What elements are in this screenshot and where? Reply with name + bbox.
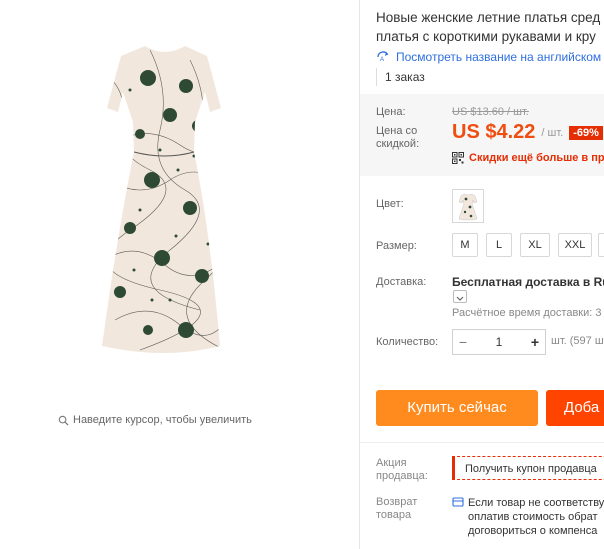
sale-price-label-line-2: скидкой: — [376, 138, 420, 150]
sale-price-label-line-1: Цена со — [376, 125, 418, 137]
returns-text-line-2: оплатив стоимость обрат — [468, 511, 598, 523]
returns-text-line-1: Если товар не соответству — [468, 497, 604, 509]
get-coupon-button[interactable]: Получить купон продавца — [452, 456, 604, 480]
quantity-increase-button[interactable]: + — [525, 334, 545, 350]
seller-promo-label-line-1: Акция — [376, 457, 407, 469]
magnifier-icon — [58, 415, 69, 426]
size-option-m[interactable]: M — [452, 233, 478, 257]
zoom-hint-text: Наведите курсор, чтобы увеличить — [73, 414, 252, 426]
translate-icon: A — [377, 51, 389, 63]
return-box-icon — [452, 497, 464, 507]
qr-code-icon — [452, 152, 464, 164]
zoom-hint: Наведите курсор, чтобы увеличить — [58, 414, 252, 426]
sale-price-row: US $4.22 / шт. -69% — [452, 121, 603, 144]
returns-label: Возврат товара — [376, 496, 417, 522]
shipping-method: Бесплатная доставка в Russ — [452, 275, 604, 289]
color-swatch-thumbnail — [458, 193, 478, 221]
size-option-xl[interactable]: XL — [520, 233, 550, 257]
sale-price: US $4.22 — [452, 121, 536, 143]
size-option-xxl[interactable]: XXL — [558, 233, 592, 257]
returns-text: Если товар не соответству оплатив стоимо… — [468, 496, 604, 538]
quantity-input[interactable]: 1 — [496, 335, 503, 349]
sale-price-label: Цена со скидкой: — [376, 125, 419, 151]
stock-count: шт. (597 ш — [551, 335, 604, 347]
returns-label-line-1: Возврат — [376, 496, 418, 508]
product-image[interactable] — [90, 30, 240, 370]
price-box: Цена: US $13.60 / шт. Цена со скидкой: U… — [360, 94, 604, 176]
returns-label-line-2: товара — [376, 509, 412, 521]
delivery-time: Расчётное время доставки: 3 — [452, 307, 602, 319]
old-price: US $13.60 / шт. — [452, 106, 529, 118]
svg-text:A: A — [380, 57, 384, 63]
size-option-l[interactable]: L — [486, 233, 512, 257]
app-discount-text[interactable]: Скидки ещё больше в при — [469, 152, 604, 164]
shipping-label: Доставка: — [376, 276, 427, 288]
shipping-dropdown[interactable] — [453, 290, 467, 303]
quantity-label: Количество: — [376, 336, 439, 348]
product-title: Новые женские летние платья сред платья … — [376, 8, 604, 46]
quantity-decrease-button[interactable]: − — [453, 334, 473, 350]
product-title-line-2: платья с короткими рукавами и кру — [376, 29, 596, 44]
quantity-stepper[interactable]: − 1 + — [452, 329, 546, 355]
product-gallery: Наведите курсор, чтобы увеличить — [0, 0, 360, 549]
chevron-down-icon — [456, 296, 464, 301]
add-to-cart-button[interactable]: Доба — [546, 390, 604, 426]
app-discount-link[interactable]: Скидки ещё больше в при — [452, 152, 604, 164]
seller-promo-label-line-2: продавца: — [376, 470, 428, 482]
buy-now-button[interactable]: Купить сейчас — [376, 390, 538, 426]
orders-count: 1 заказ — [376, 68, 425, 86]
seller-promo-label: Акция продавца: — [376, 457, 428, 483]
returns-text-line-3: договориться о компенса — [468, 525, 598, 537]
product-title-line-1: Новые женские летние платья сред — [376, 10, 601, 25]
price-unit: / шт. — [541, 126, 564, 139]
color-label: Цвет: — [376, 198, 404, 210]
price-label: Цена: — [376, 106, 406, 118]
product-details: Новые женские летние платья сред платья … — [360, 0, 604, 549]
size-label: Размер: — [376, 240, 417, 252]
discount-badge: -69% — [569, 125, 603, 140]
size-option-more[interactable] — [598, 233, 604, 257]
section-divider — [360, 442, 604, 443]
color-swatch[interactable] — [452, 189, 484, 223]
translate-title-link[interactable]: A Посмотреть название на английском — [376, 50, 601, 64]
translate-link-text[interactable]: Посмотреть название на английском — [396, 50, 601, 64]
